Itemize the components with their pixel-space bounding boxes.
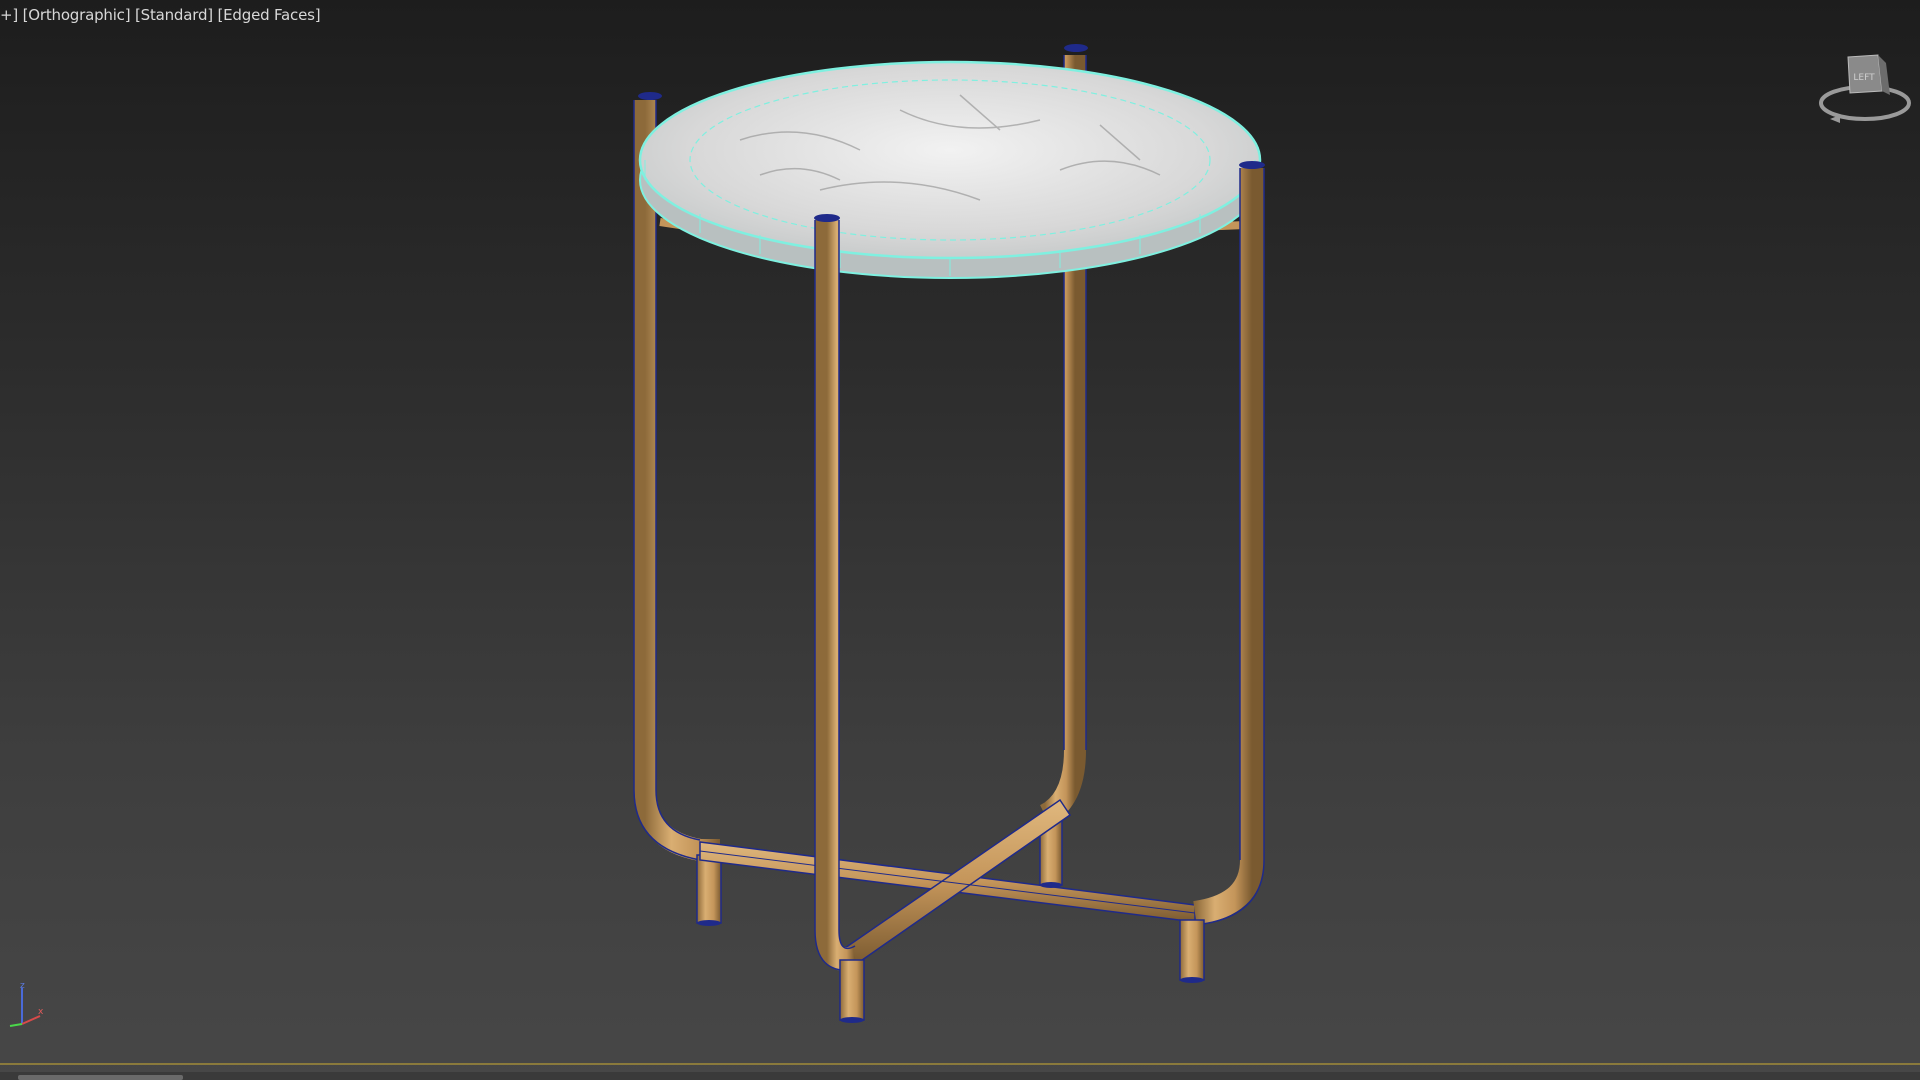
viewcube-face-label: LEFT <box>1853 73 1875 83</box>
time-slider-thumb[interactable] <box>18 1075 183 1080</box>
table-model[interactable] <box>0 0 1920 1080</box>
viewcube[interactable]: LEFT <box>1810 45 1920 135</box>
axis-z-label: z <box>20 981 25 991</box>
leg-front-right <box>1179 168 1265 981</box>
time-slider-track[interactable] <box>0 1072 1920 1080</box>
cross-bars <box>699 798 1196 967</box>
leg-front-left <box>814 220 865 1021</box>
axis-tripod-icon: z x <box>9 981 44 1027</box>
viewport-border <box>0 1063 1920 1065</box>
axis-x-label: x <box>38 1007 44 1017</box>
marble-tabletop[interactable] <box>638 60 1262 279</box>
viewport[interactable]: +] [Orthographic] [Standard] [Edged Face… <box>0 0 1920 1080</box>
